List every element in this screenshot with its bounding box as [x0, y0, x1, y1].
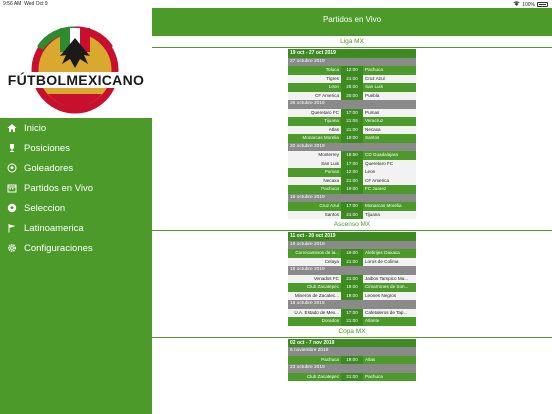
- date-range: 02 oct - 7 nov 2019: [288, 338, 416, 347]
- section-liga-mx: Liga MX 19 oct - 27 oct 2019 27 octubre …: [152, 36, 552, 219]
- table-row[interactable]: Tigres 21:00 Cruz Azul: [288, 74, 416, 83]
- table-row[interactable]: Necaxa 21:00 CF America: [288, 176, 416, 185]
- table-row[interactable]: Santos 21:00 Tijuana: [288, 210, 416, 219]
- sidebar: FÚTBOLMEXICANO Inicio Posiciones Goleado…: [0, 0, 152, 414]
- table-row[interactable]: Celaya 21:00 Loros de Colima: [288, 257, 416, 266]
- date-row: 26 octubre 2019: [288, 100, 416, 109]
- section-divider: [152, 230, 552, 231]
- section-divider: [152, 336, 552, 338]
- trophy-icon: [6, 142, 18, 154]
- futbol-mexicano-logo-icon: FÚTBOLMEXICANO: [6, 26, 146, 114]
- sidebar-item-label: Inicio: [24, 122, 47, 134]
- table-row[interactable]: Cruz Azul 17:00 Monarcas Morelia: [288, 202, 416, 211]
- sidebar-item-partidos-en-vivo[interactable]: Partidos en Vivo: [0, 178, 152, 198]
- gear-icon: [6, 242, 18, 254]
- table-row[interactable]: Correcaminos de la... 19:00 Alebrijes Oaxa…: [288, 249, 416, 258]
- flag-icon: [6, 222, 18, 234]
- svg-text:FÚTBOLMEXICANO: FÚTBOLMEXICANO: [8, 71, 144, 88]
- date-row: 18 octubre 2019: [288, 266, 416, 275]
- matches-list[interactable]: Liga MX 19 oct - 27 oct 2019 27 octubre …: [152, 36, 552, 414]
- table-row[interactable]: Mineros de Zacatec... 19:00 Leones Negros: [288, 291, 416, 300]
- page-title: Partidos en Vivo: [322, 15, 382, 24]
- sidebar-item-seleccion[interactable]: Seleccion: [0, 198, 152, 218]
- battery-icon: [537, 2, 548, 7]
- table-row[interactable]: CF America 20:00 Puebla: [288, 91, 416, 100]
- table-row[interactable]: Pachuca 19:00 Atlas: [288, 355, 416, 364]
- date-row: 19 octubre 2019: [288, 193, 416, 202]
- soccer-ball-icon: [6, 202, 18, 214]
- section-ascenso-mx: Ascenso MX 11 oct - 20 oct 2019 19 octub…: [152, 219, 552, 326]
- date-row: 23 octubre 2019: [288, 364, 416, 373]
- date-row: 27 octubre 2019: [288, 57, 416, 66]
- section-title: Copa MX: [338, 327, 366, 335]
- table-row[interactable]: Leon 20:00 San Luis: [288, 83, 416, 92]
- table-row[interactable]: Toluca 12:00 Pachuca: [288, 66, 416, 75]
- sidebar-item-label: Configuraciones: [24, 242, 93, 254]
- sidebar-item-goleadores[interactable]: Goleadores: [0, 158, 152, 178]
- table-row[interactable]: Queretaro FC 17:00 Pumas: [288, 108, 416, 117]
- sidebar-item-label: Goleadores: [24, 162, 74, 174]
- logo: FÚTBOLMEXICANO: [0, 8, 152, 118]
- table-row[interactable]: Monarcas Morelia 19:00 Santos: [288, 134, 416, 143]
- sidebar-item-inicio[interactable]: Inicio: [0, 118, 152, 138]
- table-row[interactable]: Venados FC 21:00 Jaibos Tampico Ma...: [288, 274, 416, 283]
- sidebar-item-label: Partidos en Vivo: [24, 182, 94, 194]
- table-row[interactable]: U.A. Estado de Mex... 17:00 Cafetaleros de…: [288, 308, 416, 317]
- battery-percent: 100%: [522, 1, 535, 8]
- sidebar-item-latinoamerica[interactable]: Latinoamerica: [0, 218, 152, 238]
- table-row[interactable]: Atlas 21:00 Necaxa: [288, 125, 416, 134]
- sidebar-item-label: Seleccion: [24, 202, 66, 214]
- matches-table: 19 oct - 27 oct 2019 27 octubre 2019 Tol…: [288, 49, 416, 219]
- wifi-icon: [513, 1, 520, 8]
- sidebar-nav: Inicio Posiciones Goleadores Partidos en…: [0, 118, 152, 258]
- main-panel: Partidos en Vivo Liga MX 19 oct - 27 oct…: [152, 0, 552, 414]
- table-row[interactable]: San Luis 17:00 Queretaro FC: [288, 159, 416, 168]
- table-row[interactable]: Dorados 21:00 Atlante: [288, 317, 416, 326]
- section-divider: [152, 47, 552, 48]
- matches-table: 11 oct - 20 oct 2019 19 octubre 2019 Cor…: [288, 232, 416, 326]
- table-row[interactable]: Tijuana 21:06 Veracruz: [288, 117, 416, 126]
- date-range: 19 oct - 27 oct 2019: [288, 49, 416, 58]
- date-range: 11 oct - 20 oct 2019: [288, 232, 416, 241]
- date-row: 18 octubre 2019: [288, 300, 416, 309]
- table-row[interactable]: Club Zacatepec 21:00 Pachuca: [288, 372, 416, 381]
- sidebar-item-label: Latinoamerica: [24, 222, 84, 234]
- sidebar-item-posiciones[interactable]: Posiciones: [0, 138, 152, 158]
- sidebar-item-configuraciones[interactable]: Configuraciones: [0, 238, 152, 258]
- table-row[interactable]: Club Zacatepec 19:00 Cimarrones de Son...: [288, 283, 416, 292]
- table-row[interactable]: Pachuca 19:00 FC Juarez: [288, 185, 416, 194]
- date-row: 20 octubre 2019: [288, 142, 416, 151]
- date-row: 6 noviembre 2019: [288, 347, 416, 356]
- home-icon: [6, 122, 18, 134]
- calendar-icon: [6, 182, 18, 194]
- status-bar: 9:56 AM Wed Oct 9 100%: [0, 0, 552, 8]
- status-right: 100%: [513, 1, 548, 8]
- matches-table: 02 oct - 7 nov 2019 6 noviembre 2019 Pac…: [288, 338, 416, 381]
- section-title: Ascenso MX: [333, 221, 371, 228]
- section-title: Liga MX: [340, 38, 364, 45]
- sidebar-item-label: Posiciones: [24, 142, 70, 154]
- soccer-ball-icon: [6, 162, 18, 174]
- section-copa-mx: Copa MX 02 oct - 7 nov 2019 6 noviembre …: [152, 326, 552, 381]
- table-row[interactable]: Monterrey 18:50 CD Guadalajara: [288, 151, 416, 160]
- status-time: 9:56 AM Wed Oct 9: [3, 1, 48, 7]
- table-row[interactable]: Pumas 12:00 Leon: [288, 168, 416, 177]
- date-row: 19 octubre 2019: [288, 240, 416, 249]
